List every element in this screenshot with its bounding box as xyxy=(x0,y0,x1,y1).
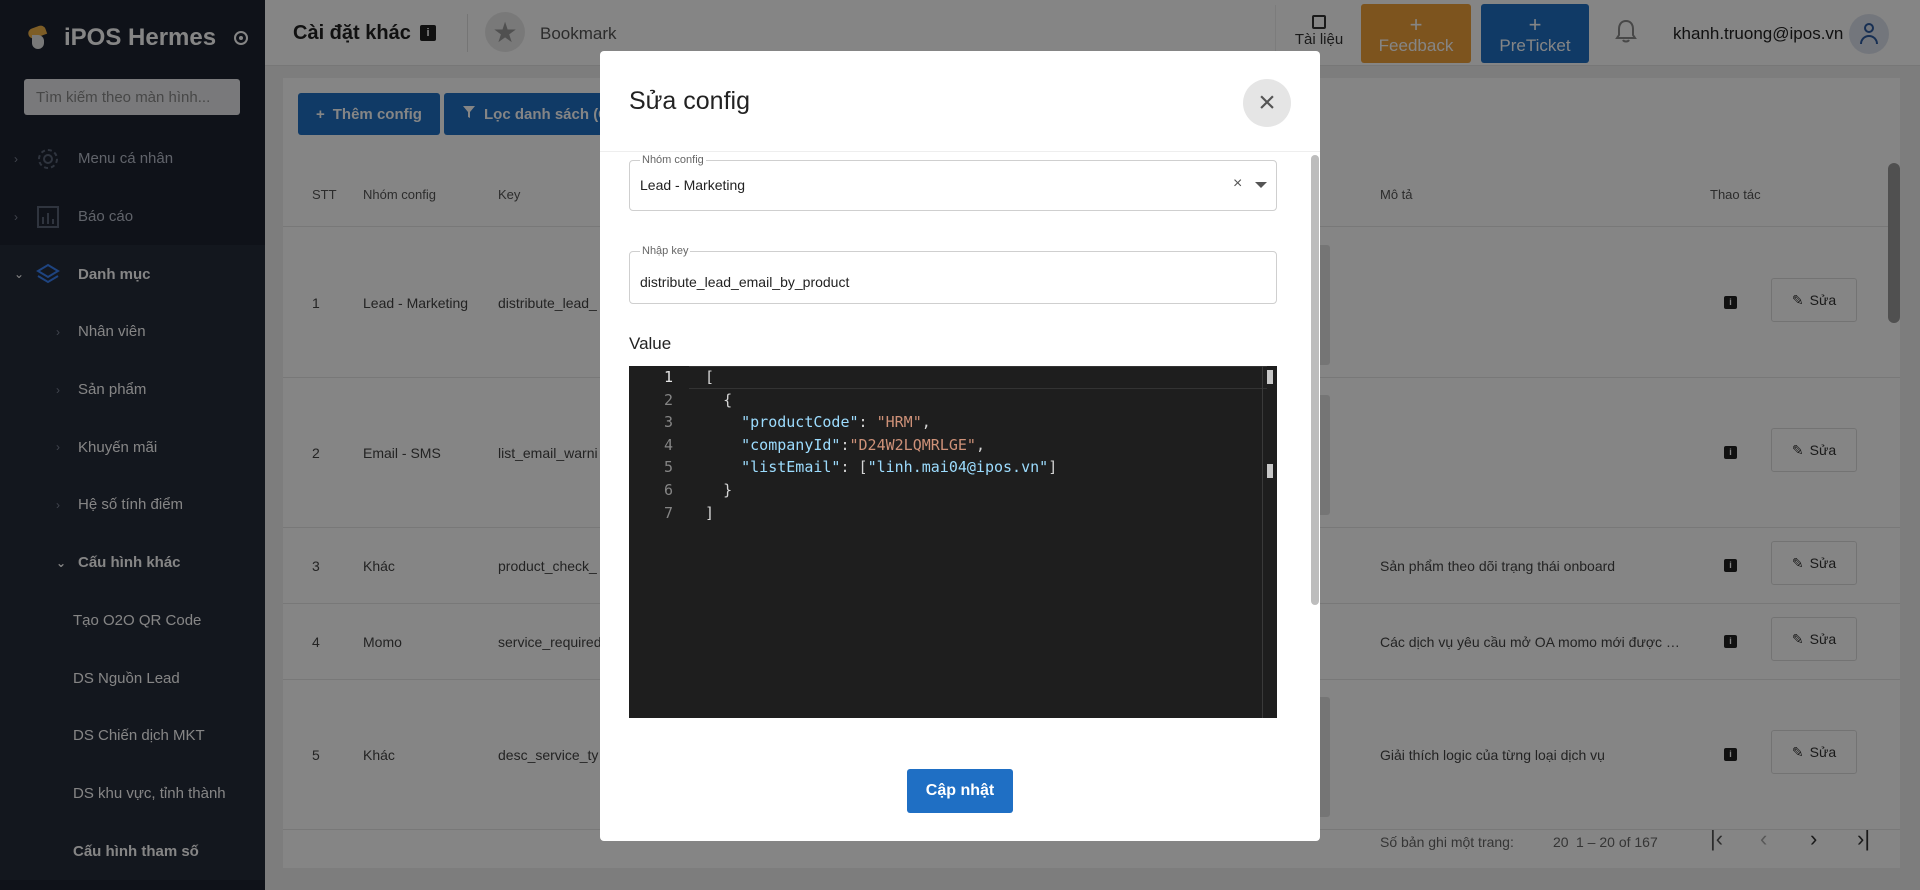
modal-scrollbar[interactable] xyxy=(1310,153,1320,605)
json-code-editor[interactable]: 1 2 3 4 5 6 7 [ { "productCode": "HRM", … xyxy=(629,366,1277,718)
code-string: "linh.mai04@ipos.vn" xyxy=(867,458,1049,477)
code-line: { xyxy=(705,389,1057,412)
code-key: "productCode" xyxy=(741,413,859,432)
code-string: "D24W2LQMRLGE" xyxy=(849,435,976,454)
code-line: "listEmail": ["linh.mai04@ipos.vn"] xyxy=(741,458,1058,477)
code-key: "companyId" xyxy=(741,435,841,454)
code-line: ] xyxy=(705,502,1057,525)
key-value: distribute_lead_email_by_product xyxy=(640,274,850,290)
code-string: "HRM" xyxy=(876,413,922,432)
key-label: Nhập key xyxy=(640,245,691,257)
code-token: } xyxy=(723,480,733,499)
value-label: Value xyxy=(629,334,672,353)
code-line: [ xyxy=(705,366,1057,389)
line-number: 3 xyxy=(663,413,673,432)
update-button[interactable]: Cập nhật xyxy=(907,769,1013,813)
close-icon[interactable]: × xyxy=(1243,79,1291,127)
line-number: 7 xyxy=(663,503,673,522)
clear-icon[interactable]: × xyxy=(1233,175,1242,193)
divider xyxy=(600,151,1320,152)
code-token: { xyxy=(723,390,733,409)
line-number-gutter: 1 2 3 4 5 6 7 xyxy=(629,366,689,524)
key-field[interactable]: Nhập key distribute_lead_email_by_produc… xyxy=(629,245,1277,304)
code-token: ] xyxy=(705,503,715,522)
editor-scrollbar[interactable] xyxy=(1262,366,1277,718)
line-number: 2 xyxy=(663,390,673,409)
edit-config-modal: Sửa config × Nhóm config Lead - Marketin… xyxy=(600,51,1320,841)
code-token: [ xyxy=(705,368,715,386)
code-line: } xyxy=(705,479,1057,502)
config-group-select[interactable]: Nhóm config Lead - Marketing × xyxy=(629,154,1277,211)
line-number: 6 xyxy=(663,480,673,499)
code-line: "companyId":"D24W2LQMRLGE", xyxy=(741,435,985,454)
dropdown-arrow-icon[interactable] xyxy=(1255,182,1267,188)
modal-title: Sửa config xyxy=(629,87,750,115)
config-group-label: Nhóm config xyxy=(640,154,706,166)
code-line: "productCode": "HRM", xyxy=(741,413,931,432)
code-content: [ { "productCode": "HRM", "companyId":"D… xyxy=(705,366,1057,524)
line-number: 4 xyxy=(663,435,673,454)
line-number: 5 xyxy=(663,458,673,477)
code-key: "listEmail" xyxy=(741,458,841,477)
line-number: 1 xyxy=(663,368,673,386)
config-group-value: Lead - Marketing xyxy=(640,177,746,193)
